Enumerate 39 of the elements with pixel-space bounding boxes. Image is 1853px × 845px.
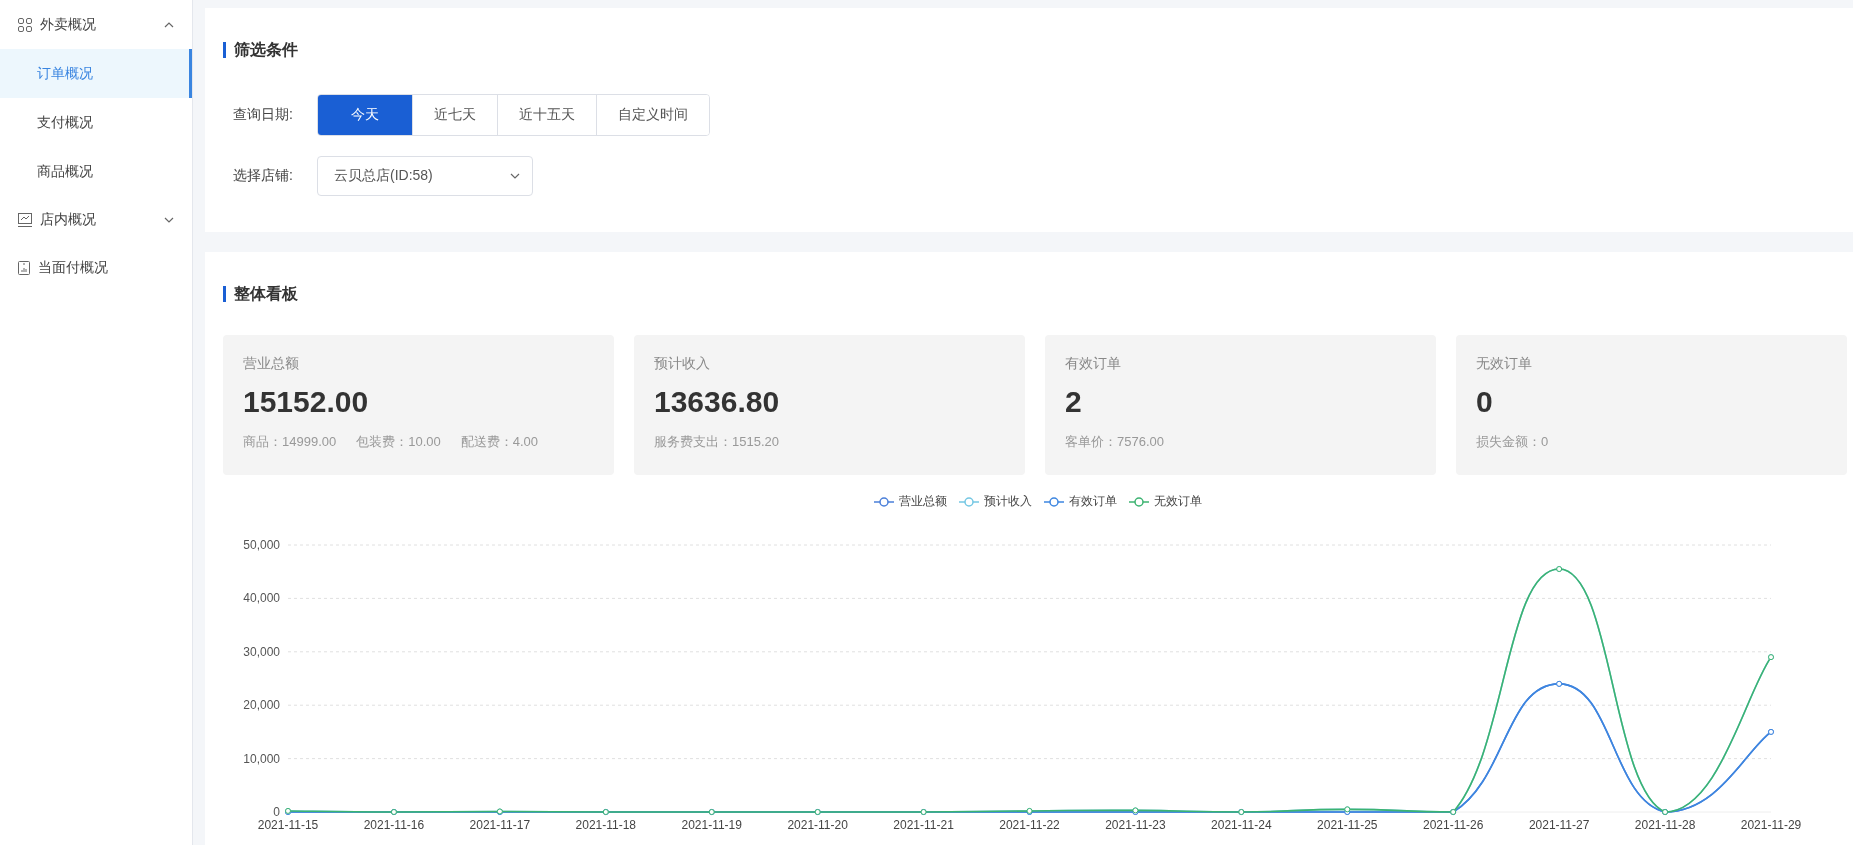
axis-label: 10,000 [243, 751, 280, 766]
axis-label: 2021-11-15 [257, 818, 319, 832]
stat-detail: 配送费：4.00 [460, 433, 539, 451]
stat-value: 13636.80 [654, 385, 781, 419]
axis-label: 40,000 [243, 591, 280, 606]
stat-value: 0 [1476, 385, 1494, 419]
axis-label: 2021-11-18 [575, 818, 637, 832]
axis-label: 20,000 [243, 698, 280, 713]
axis-label: 50,000 [243, 538, 280, 552]
stat-detail: 包装费：10.00 [356, 433, 441, 451]
axis-label: 2021-11-19 [681, 818, 742, 832]
field-label: 选择店铺: [233, 167, 294, 185]
axis-label: 30,000 [243, 644, 280, 659]
axis-label: 0 [273, 805, 280, 819]
axis-label: 2021-11-20 [787, 818, 848, 832]
stat-label: 有效订单 [1065, 355, 1122, 373]
stat-value: 2 [1065, 385, 1083, 419]
axis-label: 2021-11-16 [363, 818, 425, 832]
axis-label: 2021-11-23 [1105, 818, 1166, 832]
axis-label: 2021-11-22 [999, 818, 1060, 832]
field-label: 查询日期: [233, 106, 294, 124]
stat-label: 预计收入 [654, 355, 711, 373]
axis-label: 2021-11-21 [893, 818, 954, 832]
axis-label: 2021-11-25 [1317, 818, 1378, 832]
stat-label: 营业总额 [243, 355, 300, 373]
stat-detail: 客单价：7576.00 [1065, 433, 1164, 451]
section-title: 整体看板 [223, 286, 1853, 302]
stat-value: 15152.00 [243, 385, 370, 419]
axis-label: 2021-11-24 [1211, 818, 1272, 832]
stat-label: 无效订单 [1476, 355, 1533, 373]
stat-detail: 服务费支出：1515.20 [654, 433, 779, 451]
stat-detail: 商品：14999.00 [243, 433, 337, 451]
axis-label: 2021-11-29 [1740, 818, 1802, 832]
section-title: 筛选条件 [223, 42, 1829, 58]
axis-label: 2021-11-28 [1634, 818, 1696, 832]
axis-label: 2021-11-26 [1422, 818, 1484, 832]
stat-detail: 损失金额：0 [1476, 433, 1549, 451]
axis-label: 2021-11-27 [1528, 818, 1590, 832]
axis-label: 2021-11-17 [469, 818, 531, 832]
